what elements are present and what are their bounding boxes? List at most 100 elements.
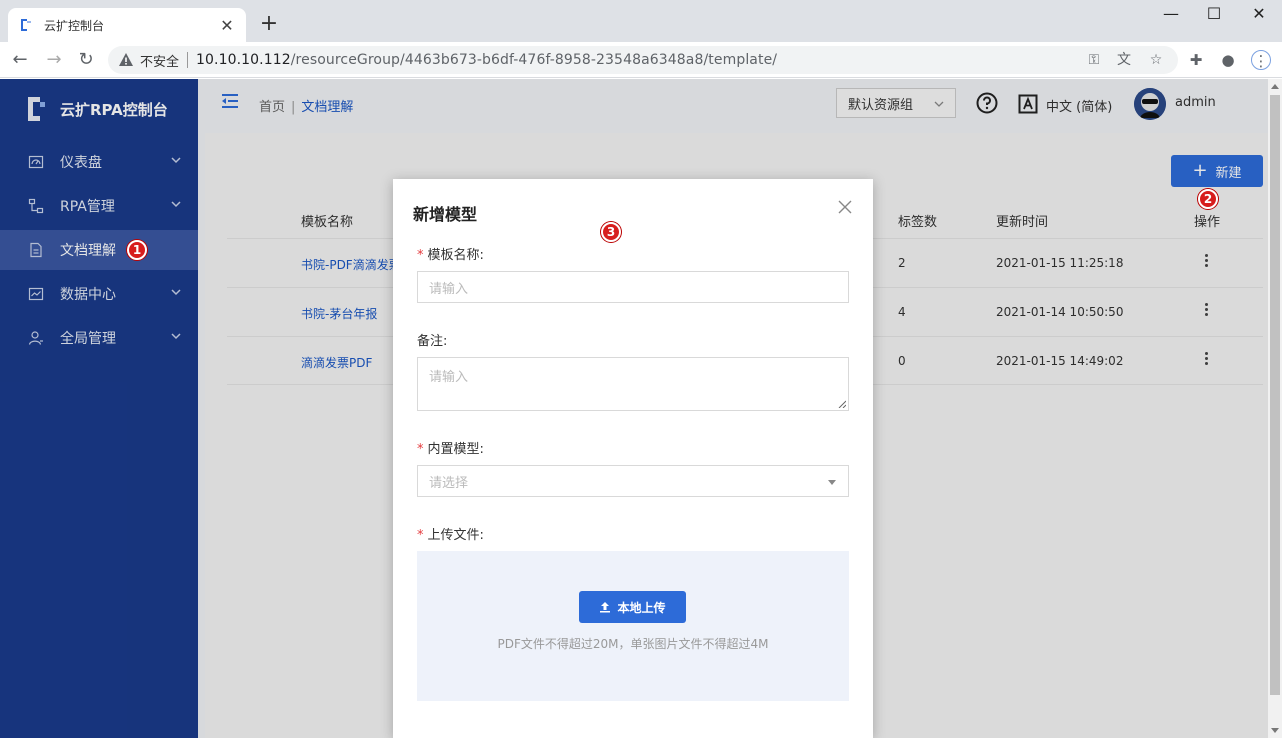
- sidebar-item-label: 仪表盘: [60, 155, 102, 171]
- insecure-label: 不安全: [140, 54, 180, 70]
- builtin-model-label-text: 内置模型:: [427, 442, 484, 457]
- template-name-label-text: 模板名称:: [427, 248, 484, 263]
- more-menu-icon[interactable]: ⋮: [1251, 50, 1271, 70]
- chart-icon: [28, 287, 44, 301]
- column-header-actions: 操作: [1194, 215, 1221, 230]
- logo[interactable]: 云扩RPA控制台: [26, 95, 168, 123]
- address-bar[interactable]: 不安全 10.10.10.112/resourceGroup/4463b673-…: [108, 46, 1178, 74]
- template-name-link[interactable]: 书院-茅台年报: [301, 305, 377, 322]
- logo-text: 云扩RPA控制台: [60, 100, 168, 119]
- builtin-model-placeholder: 请选择: [429, 475, 469, 491]
- upload-label-text: 上传文件:: [427, 528, 484, 543]
- annotation-badge-3: 3: [601, 222, 621, 242]
- sidebar-item-dashboard[interactable]: 仪表盘: [0, 142, 198, 182]
- star-icon[interactable]: ☆: [1148, 52, 1164, 68]
- sidebar-item-label: RPA管理: [60, 199, 115, 215]
- profile-icon[interactable]: ●: [1218, 50, 1238, 70]
- template-name-link[interactable]: 书院-PDF滴滴发票: [301, 256, 401, 273]
- upload-dropzone[interactable]: 本地上传 PDF文件不得超过20M，单张图片文件不得超过4M: [417, 551, 849, 701]
- resource-group-value: 默认资源组: [848, 97, 914, 113]
- maximize-icon[interactable]: ☐: [1204, 4, 1224, 23]
- sidebar-item-rpa[interactable]: RPA管理: [0, 186, 198, 226]
- breadcrumb-current: 文档理解: [301, 100, 354, 115]
- cloud-expand-favicon-icon: [21, 19, 31, 31]
- language-label[interactable]: 中文 (简体): [1046, 96, 1112, 115]
- url-host: 10.10.10.112: [196, 52, 291, 68]
- breadcrumb: 首页 | 文档理解: [259, 96, 353, 115]
- template-name-placeholder: 请输入: [429, 281, 469, 297]
- page-scrollbar[interactable]: [1268, 79, 1282, 738]
- back-icon[interactable]: ←: [8, 48, 32, 72]
- upload-hint: PDF文件不得超过20M，单张图片文件不得超过4M: [497, 637, 769, 651]
- new-button-label: 新建: [1215, 165, 1242, 181]
- chevron-down-icon: [934, 101, 944, 107]
- breadcrumb-separator: |: [291, 100, 296, 115]
- browser-tab[interactable]: 云扩控制台 ✕: [8, 8, 246, 42]
- local-upload-button[interactable]: 本地上传: [579, 591, 686, 623]
- more-actions-icon[interactable]: [1205, 352, 1209, 367]
- user-icon: [28, 331, 43, 345]
- more-actions-icon[interactable]: [1205, 254, 1209, 269]
- key-icon[interactable]: ⚿: [1086, 52, 1102, 68]
- resource-group-select[interactable]: 默认资源组: [836, 88, 956, 118]
- translate-icon[interactable]: 文: [1116, 52, 1132, 68]
- sidebar-item-label: 文档理解: [60, 243, 116, 259]
- upload-icon: [600, 602, 611, 613]
- sidebar-item-label: 数据中心: [60, 287, 116, 303]
- upload-label: * 上传文件:: [417, 524, 484, 543]
- sidebar-item-document-understanding[interactable]: 文档理解: [0, 230, 198, 270]
- upload-button-label: 本地上传: [617, 600, 666, 615]
- tag-count: 4: [898, 305, 906, 319]
- sidebar-item-data-center[interactable]: 数据中心: [0, 274, 198, 314]
- resize-handle-icon[interactable]: [838, 400, 846, 408]
- robot-avatar-icon: [1134, 88, 1166, 120]
- close-icon[interactable]: [837, 199, 853, 215]
- column-header-tags: 标签数: [898, 215, 938, 230]
- plus-icon: +: [1192, 160, 1208, 181]
- dashboard-icon: [28, 155, 44, 169]
- template-name-input[interactable]: 请输入: [417, 271, 849, 303]
- chevron-down-icon: [171, 289, 181, 296]
- chevron-down-icon: [171, 333, 181, 340]
- extensions-icon[interactable]: ✚: [1186, 50, 1206, 70]
- avatar[interactable]: [1134, 88, 1166, 120]
- updated-time: 2021-01-15 14:49:02: [996, 354, 1124, 368]
- username[interactable]: admin: [1175, 95, 1216, 110]
- scroll-down-icon[interactable]: [1271, 728, 1279, 733]
- reload-icon[interactable]: ↻: [74, 48, 98, 72]
- language-icon[interactable]: [1018, 94, 1038, 114]
- new-template-button[interactable]: + 新建: [1171, 155, 1263, 187]
- required-mark: *: [417, 442, 424, 457]
- scroll-up-icon[interactable]: [1271, 84, 1279, 89]
- updated-time: 2021-01-15 11:25:18: [996, 256, 1124, 270]
- required-mark: *: [417, 248, 424, 263]
- browser-tabstrip: 云扩控制台 ✕ + — ☐ ✕: [0, 0, 1282, 42]
- breadcrumb-home[interactable]: 首页: [259, 100, 285, 115]
- tab-close-icon[interactable]: ✕: [218, 16, 236, 35]
- annotation-badge-1: 1: [127, 240, 147, 260]
- more-actions-icon[interactable]: [1205, 303, 1209, 318]
- new-model-dialog: 新增模型 * 模板名称: 请输入 备注: 请输入 * 内置模型: 请选择 * 上传文件…: [393, 179, 873, 738]
- help-icon[interactable]: [976, 92, 998, 114]
- url-text: 10.10.10.112/resourceGroup/4463b673-b6df…: [196, 52, 777, 68]
- browser-toolbar: ← → ↻ 不安全 10.10.10.112/resourceGroup/446…: [0, 42, 1282, 78]
- builtin-model-select[interactable]: 请选择: [417, 465, 849, 497]
- tab-title: 云扩控制台: [44, 18, 105, 33]
- top-header: 首页 | 文档理解 默认资源组 中文 (简体) admin: [198, 79, 1268, 129]
- note-textarea[interactable]: 请输入: [417, 357, 849, 411]
- flow-icon: [28, 198, 44, 214]
- column-header-name: 模板名称: [301, 215, 354, 230]
- minimize-icon[interactable]: —: [1161, 4, 1181, 23]
- scrollbar-thumb[interactable]: [1270, 95, 1280, 695]
- required-mark: *: [417, 528, 424, 543]
- sidebar: 云扩RPA控制台 仪表盘 RPA管理 文档理解 数据中心 全局管理: [0, 79, 198, 738]
- column-header-updated: 更新时间: [996, 215, 1049, 230]
- window-close-icon[interactable]: ✕: [1249, 4, 1269, 23]
- sidebar-item-global-management[interactable]: 全局管理: [0, 318, 198, 358]
- new-tab-icon[interactable]: +: [258, 12, 280, 36]
- forward-icon[interactable]: →: [42, 48, 66, 72]
- menu-collapse-icon[interactable]: [220, 93, 240, 109]
- tag-count: 0: [898, 354, 906, 368]
- template-name-link[interactable]: 滴滴发票PDF: [301, 354, 372, 371]
- template-name-label: * 模板名称:: [417, 244, 484, 263]
